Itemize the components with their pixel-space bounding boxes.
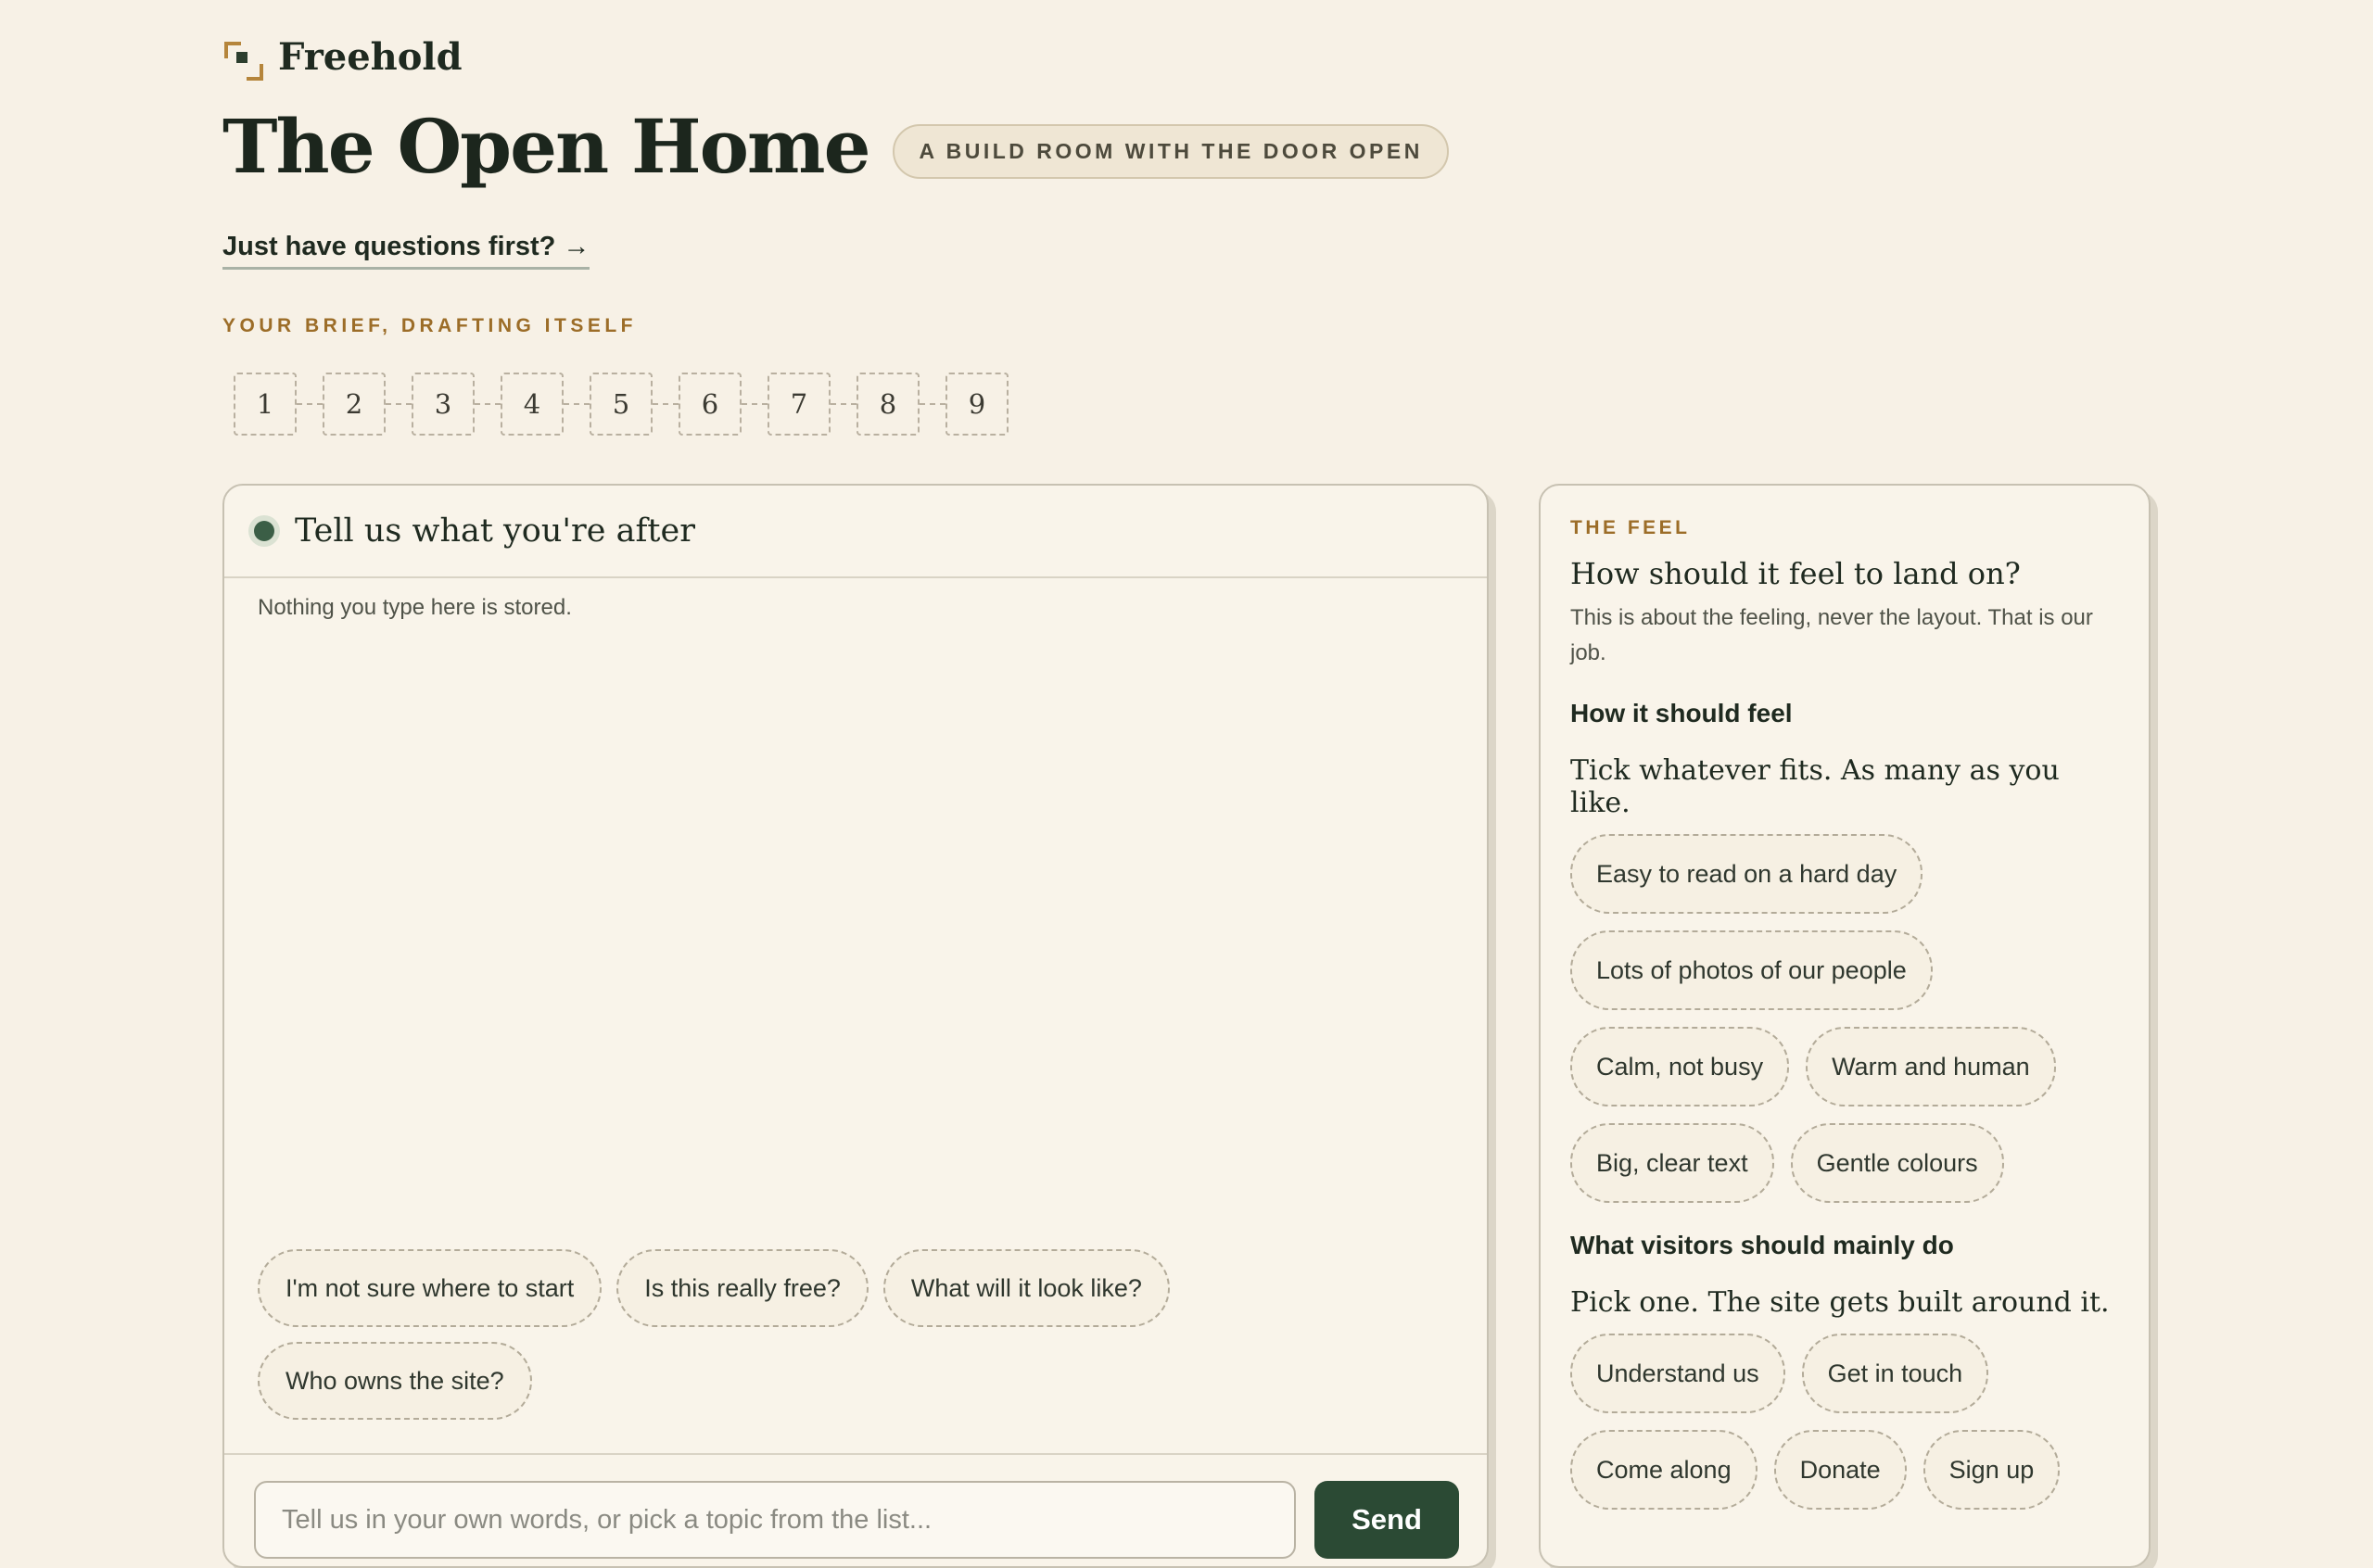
step-7[interactable]: 7 (768, 373, 831, 436)
step-connector (653, 403, 679, 405)
chat-panel: Tell us what you're after Nothing you ty… (222, 484, 1489, 1568)
do-options: Understand us Get in touch Come along Do… (1570, 1334, 2123, 1510)
step-connector (831, 403, 857, 405)
step-2[interactable]: 2 (323, 373, 386, 436)
feel-option[interactable]: Lots of photos of our people (1570, 930, 1933, 1010)
step-connector (742, 403, 768, 405)
chat-header: Tell us what you're after (224, 486, 1487, 578)
step-9[interactable]: 9 (945, 373, 1009, 436)
brand[interactable]: Freehold (222, 35, 463, 81)
privacy-note: Nothing you type here is stored. (258, 595, 572, 620)
suggestion-chip[interactable]: Who owns the site? (258, 1342, 532, 1420)
panel-subtext: This is about the feeling, never the lay… (1570, 605, 2093, 665)
feel-options: Easy to read on a hard day Lots of photo… (1570, 834, 2123, 1203)
step-connector (475, 403, 501, 405)
step-connector (297, 403, 323, 405)
do-group-heading: What visitors should mainly do (1570, 1231, 1954, 1259)
send-button[interactable]: Send (1314, 1481, 1459, 1559)
tagline-badge: A BUILD ROOM WITH THE DOOR OPEN (893, 123, 1449, 179)
feel-option[interactable]: Gentle colours (1790, 1123, 2004, 1203)
suggestion-chip[interactable]: Is this really free? (616, 1249, 869, 1327)
step-connector (386, 403, 412, 405)
title-row: The Open Home A BUILD ROOM WITH THE DOOR… (222, 109, 1449, 183)
status-dot-icon (254, 521, 274, 541)
feel-option[interactable]: Big, clear text (1570, 1123, 1774, 1203)
panel-heading: How should it feel to land on? (1570, 556, 2021, 591)
feel-option[interactable]: Calm, not busy (1570, 1027, 1790, 1106)
feel-option[interactable]: Easy to read on a hard day (1570, 834, 1923, 914)
step-4[interactable]: 4 (501, 373, 564, 436)
step-8[interactable]: 8 (857, 373, 920, 436)
do-group-subtext: Pick one. The site gets built around it. (1570, 1286, 2110, 1319)
do-option[interactable]: Understand us (1570, 1334, 1785, 1413)
chat-title: Tell us what you're after (295, 512, 695, 550)
step-connector (920, 403, 945, 405)
do-option[interactable]: Get in touch (1801, 1334, 1989, 1413)
suggestion-chip[interactable]: I'm not sure where to start (258, 1249, 603, 1327)
feel-panel: THE FEEL How should it feel to land on? … (1539, 484, 2151, 1568)
step-5[interactable]: 5 (590, 373, 653, 436)
step-1[interactable]: 1 (234, 373, 297, 436)
step-connector (564, 403, 590, 405)
feel-option[interactable]: Warm and human (1806, 1027, 2056, 1106)
divider (224, 1453, 1487, 1455)
chat-input[interactable] (254, 1481, 1296, 1559)
brand-name: Freehold (278, 35, 463, 79)
brief-steps: 1 2 3 4 5 6 7 8 9 (234, 373, 1009, 436)
freehold-logo-icon (222, 36, 265, 81)
feel-group-subtext: Tick whatever fits. As many as you like. (1570, 754, 2060, 819)
page-title: The Open Home (222, 103, 870, 190)
step-3[interactable]: 3 (412, 373, 475, 436)
suggestion-chip[interactable]: What will it look like? (882, 1249, 1170, 1327)
feel-group-heading: How it should feel (1570, 699, 1793, 727)
do-option[interactable]: Donate (1773, 1430, 1907, 1510)
suggestion-chips: I'm not sure where to start Is this real… (258, 1249, 1277, 1420)
questions-first-link[interactable]: Just have questions first? → (222, 232, 590, 270)
do-option[interactable]: Come along (1570, 1430, 1758, 1510)
do-option[interactable]: Sign up (1923, 1430, 2061, 1510)
step-6[interactable]: 6 (679, 373, 742, 436)
section-label: THE FEEL (1570, 517, 1691, 538)
brief-label: YOUR BRIEF, DRAFTING ITSELF (222, 315, 637, 336)
